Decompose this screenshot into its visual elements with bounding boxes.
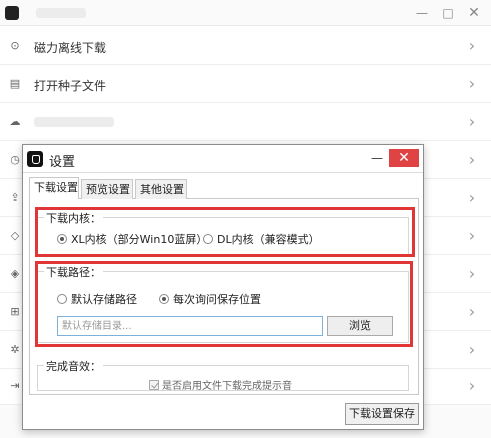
maximize-icon[interactable]: □: [438, 3, 458, 23]
tab-preview-settings[interactable]: 预览设置: [81, 179, 133, 199]
settings-dialog: 设置 — ✕ 下载设置 预览设置 其他设置 下载内核： XL内核（部分Win10…: [22, 144, 424, 430]
chevron-right-icon: ›: [468, 150, 476, 169]
blurred-title: [36, 8, 86, 18]
chevron-right-icon: ›: [468, 112, 476, 131]
exit-icon: ⇥: [10, 379, 20, 392]
blurred-label: [34, 117, 114, 127]
annotation-highlight-path: [35, 261, 413, 347]
close-icon[interactable]: ✕: [464, 3, 484, 23]
file-icon: ▤: [9, 77, 21, 90]
sitemap-icon: ⊞: [10, 305, 20, 318]
minimize-icon[interactable]: —: [412, 3, 432, 23]
cloud-icon: ☁: [9, 115, 21, 128]
dialog-title: 设置: [49, 155, 76, 170]
magnet-icon: ⊙: [10, 39, 20, 52]
tab-bar: 下载设置 预览设置 其他设置: [29, 177, 419, 199]
chevron-right-icon: ›: [468, 376, 476, 395]
chevron-right-icon: ›: [468, 74, 476, 93]
save-download-settings-button[interactable]: 下载设置保存: [345, 403, 419, 425]
tab-other-settings[interactable]: 其他设置: [135, 179, 187, 199]
menu-row-magnet-download[interactable]: ⊙ 磁力离线下载 ›: [0, 27, 491, 65]
minimize-icon[interactable]: —: [367, 149, 387, 167]
menu-row-cloud[interactable]: ☁ ›: [0, 103, 491, 141]
menu-row-label: 磁力离线下载: [34, 41, 107, 55]
app-logo-icon: [5, 6, 19, 20]
upload-icon: ⇪: [10, 191, 20, 204]
chevron-right-icon: ›: [468, 188, 476, 207]
app-logo-icon: [27, 151, 43, 167]
sound-group-legend: 完成音效：: [44, 358, 103, 374]
chevron-right-icon: ›: [468, 264, 476, 283]
tab-download-settings[interactable]: 下载设置: [29, 177, 79, 199]
chevron-right-icon: ›: [468, 302, 476, 321]
chevron-right-icon: ›: [468, 340, 476, 359]
chevron-right-icon: ›: [468, 226, 476, 245]
gear-icon: ✲: [10, 343, 20, 356]
completion-sound-checkbox-row[interactable]: 是否启用文件下载完成提示音: [149, 377, 292, 392]
menu-row-label: 打开种子文件: [34, 79, 107, 93]
dialog-titlebar: 设置 — ✕: [23, 145, 423, 173]
checkbox-checked-icon[interactable]: [149, 380, 159, 390]
chevron-right-icon: ›: [468, 36, 476, 55]
gem-icon: ◇: [10, 229, 20, 242]
background-titlebar: — □ ✕: [0, 0, 491, 26]
clock-icon: ◷: [10, 153, 20, 166]
checkbox-label: 是否启用文件下载完成提示音: [162, 381, 292, 392]
close-icon[interactable]: ✕: [389, 149, 419, 167]
shield-icon: ◈: [10, 267, 20, 280]
annotation-highlight-kernel: [35, 207, 415, 257]
menu-row-open-torrent[interactable]: ▤ 打开种子文件 ›: [0, 65, 491, 103]
